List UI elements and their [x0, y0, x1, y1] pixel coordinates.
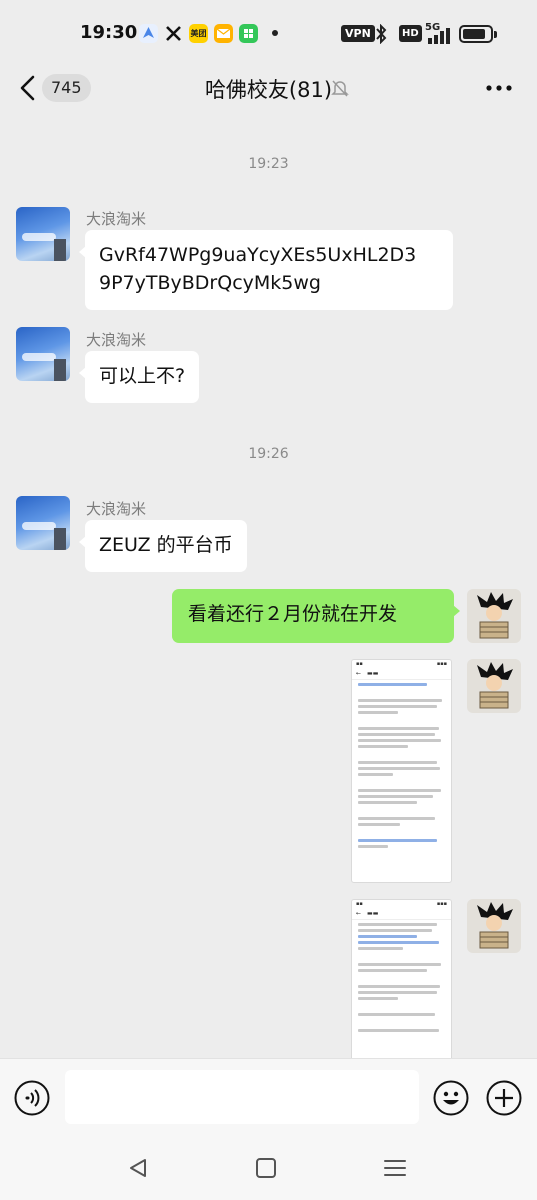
sender-name: 大浪淘米: [86, 500, 147, 518]
voice-button[interactable]: [14, 1080, 50, 1116]
my-avatar[interactable]: [467, 659, 521, 713]
hd-badge: HD: [399, 25, 422, 42]
meituan-icon: 美团: [189, 24, 208, 43]
plus-icon: [486, 1080, 522, 1116]
mail-icon: [214, 24, 233, 43]
message-text: 看着还行２月份就在开发: [188, 603, 398, 625]
nav-home-button[interactable]: [256, 1158, 276, 1178]
thumbnail-header: ← ▬▬: [352, 668, 451, 680]
system-nav-bar: [0, 1138, 537, 1200]
time-divider: 19:26: [248, 446, 289, 462]
thumbnail-status-bar: ▪▪ ▪▪▪: [356, 661, 447, 667]
vpn-badge: VPN: [341, 25, 375, 42]
more-icon: [486, 85, 512, 91]
avatar[interactable]: [16, 327, 70, 381]
message-bubble[interactable]: ZEUZ 的平台币: [79, 520, 247, 572]
avatar[interactable]: [16, 496, 70, 550]
my-message-bubble[interactable]: 看着还行２月份就在开发: [172, 589, 460, 643]
voice-icon: [14, 1080, 50, 1116]
signal-icon: [426, 28, 452, 48]
bluetooth-icon: [374, 23, 388, 48]
my-avatar[interactable]: [467, 589, 521, 643]
emoji-icon: [433, 1080, 469, 1116]
maps-icon: [139, 24, 158, 43]
x-icon: [164, 24, 183, 43]
message-bubble[interactable]: 可以上不?: [79, 351, 200, 403]
sender-name: 大浪淘米: [86, 210, 147, 228]
nav-menu-button[interactable]: [384, 1157, 406, 1179]
message-text: 可以上不?: [99, 365, 186, 387]
thumbnail-status-bar: ▪▪ ▪▪▪: [356, 901, 447, 907]
image-message[interactable]: ▪▪ ▪▪▪ ← ▬▬: [351, 659, 452, 883]
chat-header: 745 哈佛校友(81): [0, 64, 537, 114]
message-text: ZEUZ 的平台币: [99, 534, 233, 556]
time-divider: 19:23: [248, 156, 289, 172]
thumbnail-header: ← ▬▬: [352, 908, 451, 920]
battery-tip: [494, 31, 497, 38]
more-button[interactable]: [484, 76, 514, 100]
notification-dot: [272, 30, 278, 36]
my-avatar[interactable]: [467, 899, 521, 953]
avatar[interactable]: [16, 207, 70, 261]
message-text: 9P7yTByBDrQcyMk5wg: [99, 272, 321, 294]
message-input[interactable]: [65, 1070, 419, 1124]
nav-back-button[interactable]: [126, 1156, 150, 1180]
emoji-button[interactable]: [433, 1080, 469, 1116]
message-text: GvRf47WPg9uaYcyXEs5UxHL2D3: [99, 244, 417, 266]
message-bubble[interactable]: GvRf47WPg9uaYcyXEs5UxHL2D3 9P7yTByBDrQcy…: [79, 230, 453, 310]
image-message[interactable]: ▪▪ ▪▪▪ ← ▬▬: [351, 899, 452, 1058]
plus-button[interactable]: [486, 1080, 522, 1116]
input-bar: [0, 1058, 537, 1138]
battery-icon: [459, 25, 493, 43]
sender-name: 大浪淘米: [86, 331, 147, 349]
nav-back-icon: [130, 1159, 146, 1177]
status-time: 19:30: [80, 22, 138, 43]
chat-title: 哈佛校友(81): [204, 78, 333, 102]
app-grid-icon: [239, 24, 258, 43]
bell-muted-icon: [330, 78, 350, 98]
status-bar: 19:30 美团 VPN HD 5G: [0, 0, 537, 64]
